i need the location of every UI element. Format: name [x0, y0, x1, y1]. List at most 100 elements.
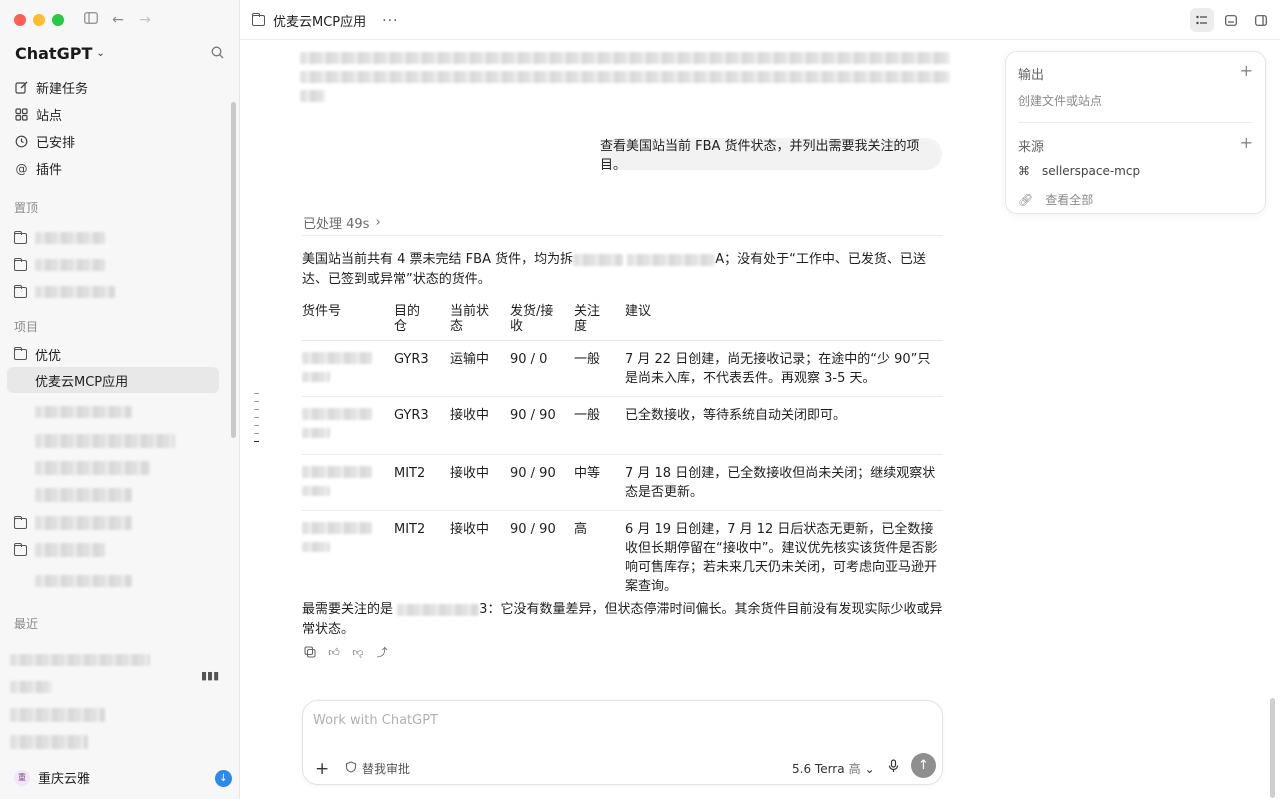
app-switcher[interactable]: ChatGPT ⌄ [15, 44, 105, 63]
warehouse-cell: GYR3 [394, 340, 450, 397]
redacted-thread[interactable] [10, 735, 88, 749]
model-selector[interactable]: 5.6 Terra 高 ⌄ [792, 760, 875, 777]
more-options-icon[interactable]: ··· [382, 13, 398, 29]
toggle-sidebar-icon[interactable] [83, 12, 99, 28]
forward-arrow-icon[interactable]: → [137, 12, 153, 28]
sidebar-item-sites[interactable]: 站点 [7, 101, 219, 128]
column-header: 货件号 [302, 302, 394, 341]
checklist-panel-button[interactable] [1190, 8, 1214, 32]
divider [1018, 122, 1253, 123]
shipment-id-cell [302, 454, 394, 511]
add-attachment-icon[interactable]: + [315, 759, 329, 779]
account-row[interactable]: 重 重庆云雅 [14, 768, 90, 787]
level-cell: 高 [574, 522, 588, 537]
pinned-item[interactable] [14, 257, 105, 271]
minimize-window-button[interactable] [33, 14, 45, 26]
column-header: 发货/接收 [510, 302, 574, 341]
search-icon[interactable] [211, 46, 225, 60]
project-folder[interactable] [14, 542, 105, 557]
main-scrollbar[interactable] [1270, 698, 1275, 798]
redacted-text [300, 52, 950, 64]
column-header: 关注度 [574, 302, 625, 341]
redacted-text [300, 71, 950, 83]
column-header-label: 关注度 [574, 304, 601, 334]
view-all-sources-link[interactable]: 🔗︎ 查看全部 [1018, 191, 1093, 208]
app-name: ChatGPT [15, 44, 93, 63]
microphone-icon[interactable] [888, 759, 899, 777]
redacted-text [302, 352, 372, 364]
warehouse-cell: MIT2 [394, 454, 450, 511]
panel-right-icon [1255, 14, 1267, 26]
status-cell: 接收中 [450, 396, 510, 455]
level-cell: 中等 [574, 454, 625, 511]
back-arrow-icon[interactable]: ← [110, 12, 126, 28]
redacted-thread[interactable] [35, 406, 132, 418]
sources-section-title: 来源 [1018, 140, 1045, 155]
summary-paragraph: 美国站当前共有 4 票未完结 FBA 货件，均为拆 A；没有处于“工作中、已发货… [302, 250, 943, 290]
thumbs-up-icon[interactable]: 👍︎ [327, 645, 341, 659]
redacted-text [302, 522, 372, 534]
advice-cell: 7 月 18 日创建，已全数接收但尚未关闭；继续观察状态是否更新。 [625, 454, 943, 511]
redacted-thread[interactable] [10, 708, 105, 722]
advice-cell: 6 月 19 日创建，7 月 12 日后状态无更新，已全数接收但长期停留在“接收… [625, 522, 938, 594]
projects-section-label: 项目 [14, 320, 39, 334]
command-icon: ⌘ [1018, 164, 1030, 178]
redacted-text [627, 253, 716, 266]
toggle-right-panel-button[interactable] [1249, 8, 1273, 32]
redacted-thread[interactable] [35, 488, 132, 502]
sidebar-item-label: 站点 [36, 109, 63, 124]
pinned-item[interactable] [14, 284, 115, 298]
view-all-label: 查看全部 [1045, 193, 1094, 207]
zoom-window-button[interactable] [52, 14, 64, 26]
redacted-thread[interactable] [10, 681, 52, 693]
redacted-text [35, 259, 105, 271]
send-button[interactable]: ↑ [911, 753, 936, 778]
add-source-icon[interactable]: + [1240, 133, 1253, 152]
copy-icon[interactable] [303, 645, 317, 659]
table-row: GYR3 运输中 90 / 0 一般 7 月 22 日创建，尚无接收记录；在途中… [302, 340, 943, 397]
source-item-label: sellerspace-mcp [1042, 164, 1141, 178]
chevron-right-icon: › [375, 215, 381, 230]
processed-label: 已处理 49s [303, 217, 370, 232]
share-icon[interactable]: ⤴ [375, 645, 389, 659]
redacted-thread[interactable] [35, 575, 132, 587]
thumbs-down-icon[interactable]: 👎︎ [351, 645, 365, 659]
message-input[interactable] [313, 713, 913, 728]
redacted-text [35, 516, 132, 530]
redacted-text [302, 428, 330, 438]
download-icon[interactable]: ↓ [215, 770, 232, 787]
window-controls [14, 14, 64, 26]
auto-approve-label: 替我审批 [362, 762, 411, 776]
redacted-thread[interactable] [35, 461, 150, 475]
sidebar-scrollbar[interactable] [231, 102, 236, 438]
redacted-text [35, 286, 115, 298]
redacted-thread[interactable] [10, 654, 150, 666]
avatar: 重 [14, 769, 30, 786]
redacted-text [302, 466, 372, 478]
grid-icon [15, 108, 28, 121]
sidebar-item-new-task[interactable]: 新建任务 [7, 74, 219, 101]
terminal-panel-button[interactable] [1219, 8, 1243, 32]
sidebar-item-scheduled[interactable]: 已安排 [7, 128, 219, 155]
arrow-up-icon: ↑ [918, 758, 929, 773]
processed-toggle[interactable]: 已处理 49s › [303, 213, 381, 232]
active-project-item[interactable]: 优麦云MCP应用 [7, 367, 219, 393]
at-icon: @ [15, 161, 28, 176]
sidebar-item-plugins[interactable]: @ 插件 [7, 155, 219, 182]
pinned-item[interactable] [14, 230, 105, 244]
add-output-icon[interactable]: + [1240, 61, 1253, 80]
voice-wave-icon: ▮▮▮ [201, 669, 220, 682]
create-file-link[interactable]: 创建文件或站点 [1018, 92, 1102, 109]
scroll-minimap[interactable] [254, 393, 260, 449]
shipment-id-cell [302, 511, 394, 605]
project-folder[interactable]: 优优 [14, 345, 61, 364]
summary-text: 美国站当前共有 4 票未完结 FBA 货件，均为拆 [302, 252, 574, 267]
project-folder[interactable] [14, 515, 132, 530]
redacted-thread[interactable] [35, 434, 175, 448]
auto-approve-toggle[interactable]: 替我审批 [345, 760, 410, 777]
column-header-label: 发货/接收 [510, 304, 554, 334]
sidebar-item-label: 插件 [36, 163, 63, 178]
close-window-button[interactable] [14, 14, 26, 26]
composer: + 替我审批 5.6 Terra 高 ⌄ ↑ [302, 700, 943, 785]
source-item[interactable]: ⌘ sellerspace-mcp [1018, 164, 1140, 178]
